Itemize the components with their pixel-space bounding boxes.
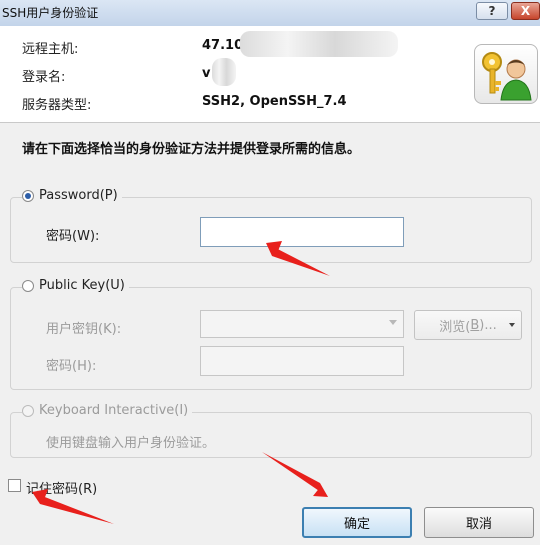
radio-disabled-indicator[interactable]: [22, 404, 34, 417]
ok-button[interactable]: 确定: [302, 507, 412, 538]
password-input[interactable]: [200, 217, 404, 247]
public-key-radio-mnemonic: (U): [105, 278, 125, 293]
password-radio[interactable]: Password (P): [22, 188, 122, 203]
browse-mnemonic: B: [470, 317, 480, 333]
password-field-mnemonic: (W): [72, 229, 96, 244]
public-key-radio-label: Public Key: [39, 278, 106, 293]
user-key-label: 用户密钥(K):: [46, 318, 121, 337]
remember-password-label[interactable]: 记住密码(R): [26, 478, 97, 497]
user-key-label-text: 用户密钥: [46, 322, 99, 337]
server-type-label: 服务器类型:: [22, 98, 92, 113]
chevron-down-icon[interactable]: [509, 323, 515, 327]
cancel-button-label: 取消: [465, 517, 492, 532]
password-field-suffix: :: [95, 229, 100, 244]
redacted-host: [240, 31, 398, 57]
password-radio-label: Password: [39, 188, 100, 203]
login-name-label: 登录名:: [22, 70, 66, 85]
password-radio-mnemonic: (P): [99, 188, 118, 203]
key-user-icon: [474, 44, 538, 104]
keyboard-interactive-radio[interactable]: Keyboard Interactive (I): [22, 403, 193, 418]
browse-suffix: )...: [479, 317, 497, 333]
instruction-text: 请在下面选择恰当的身份验证方法并提供登录所需的信息。: [22, 142, 361, 157]
user-key-mnemonic: (K): [98, 322, 117, 337]
user-key-suffix: :: [116, 322, 122, 337]
keyboard-interactive-mnemonic: (I): [174, 403, 189, 418]
passphrase-label: 密码(H):: [46, 355, 96, 374]
remember-password-text: 记住密码: [26, 482, 79, 497]
remember-password-checkbox[interactable]: [8, 479, 21, 492]
user-key-combobox[interactable]: [200, 310, 404, 338]
browse-label: 浏览(: [439, 319, 471, 335]
cancel-button[interactable]: 取消: [424, 507, 534, 538]
passphrase-input[interactable]: [200, 346, 404, 376]
password-field-label: 密码(W):: [46, 225, 99, 244]
combobox-arrow-icon: [389, 320, 397, 325]
help-button[interactable]: ?: [476, 2, 508, 20]
passphrase-label-text: 密码: [46, 359, 73, 374]
annotation-arrow-ok: [262, 452, 328, 497]
radio-selected-indicator[interactable]: [22, 189, 34, 202]
passphrase-mnemonic: (H): [72, 359, 92, 374]
radio-unselected-indicator[interactable]: [22, 279, 34, 292]
login-name-value: v: [202, 66, 211, 81]
remote-host-label: 远程主机:: [22, 42, 79, 57]
close-button[interactable]: X: [511, 2, 540, 20]
keyboard-interactive-label: Keyboard Interactive: [39, 403, 175, 418]
header-separator: [0, 122, 540, 123]
remote-host-value: 47.10: [202, 38, 244, 53]
keyboard-interactive-description: 使用键盘输入用户身份验证。: [46, 436, 216, 451]
passphrase-suffix: :: [91, 359, 97, 374]
public-key-radio[interactable]: Public Key (U): [22, 278, 129, 293]
password-field-label-text: 密码: [46, 229, 73, 244]
browse-button[interactable]: 浏览(B)...: [414, 310, 522, 340]
ok-button-label: 确定: [343, 517, 370, 532]
remember-password-mnemonic: (R): [78, 482, 98, 497]
title-bar: SSH用户身份验证 ? X: [0, 0, 540, 27]
server-type-value: SSH2, OpenSSH_7.4: [202, 94, 347, 109]
redacted-login: [212, 58, 236, 86]
window-title: SSH用户身份验证: [2, 6, 99, 20]
